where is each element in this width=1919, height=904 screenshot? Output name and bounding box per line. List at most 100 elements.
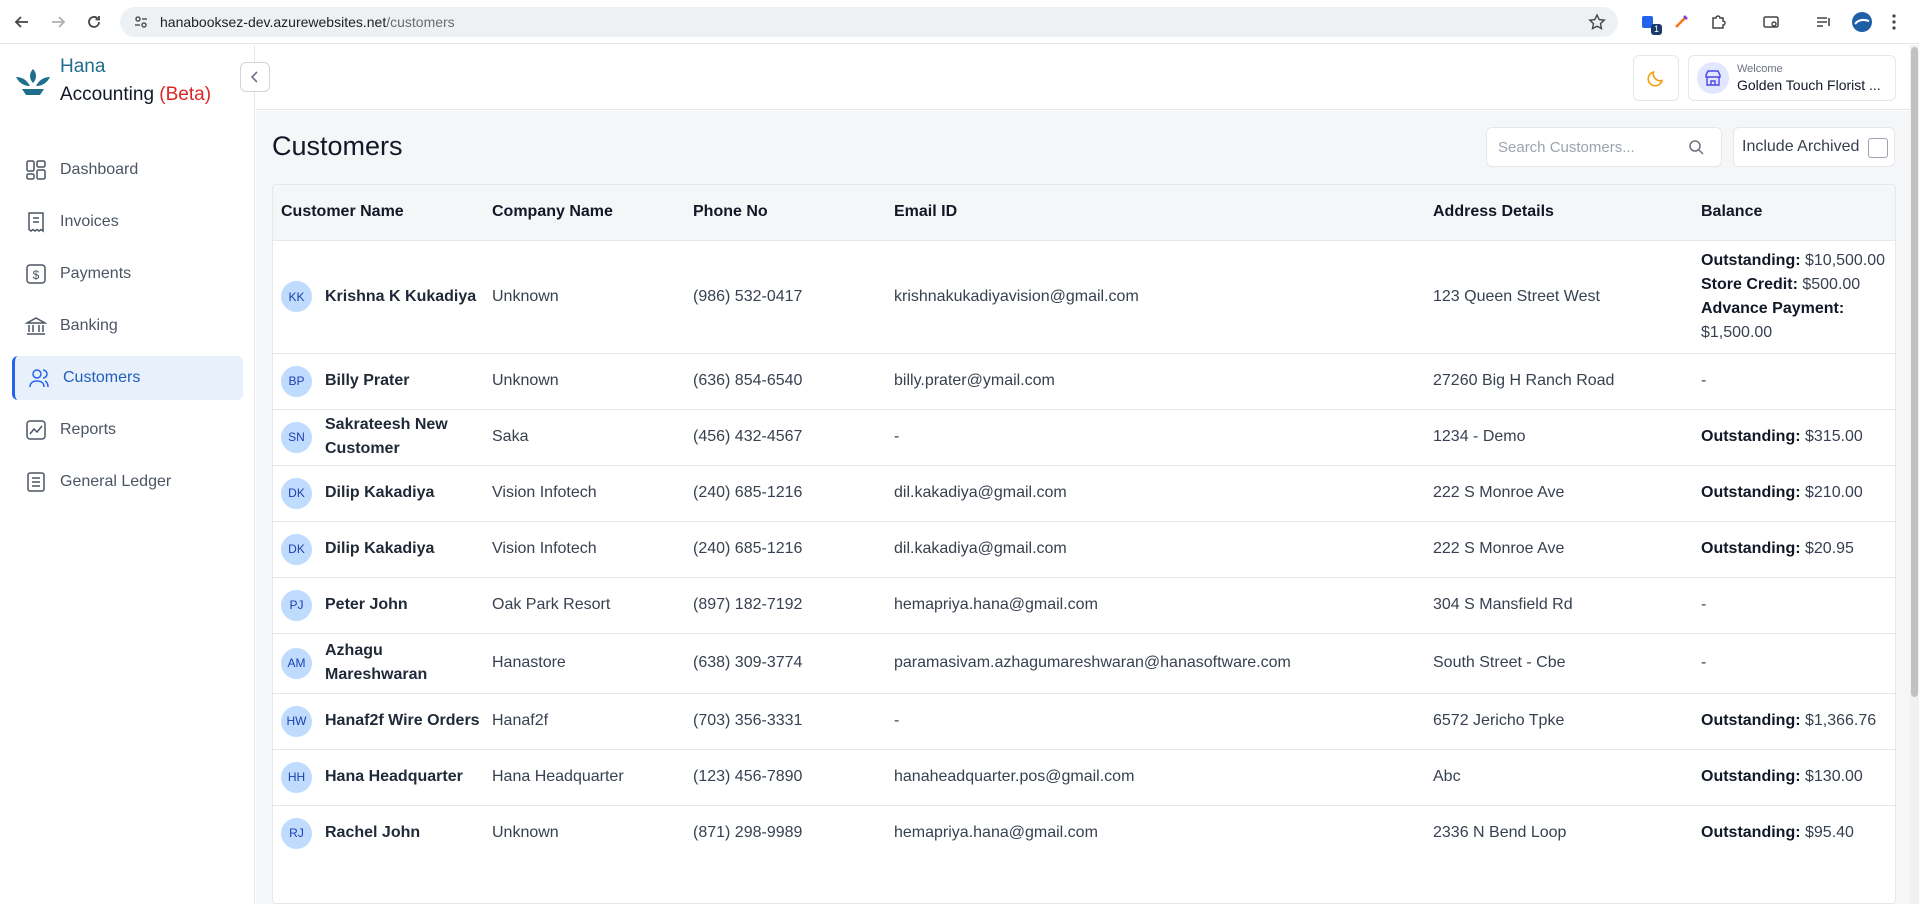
sidebar-item-dashboard[interactable]: Dashboard <box>12 148 243 192</box>
customer-name[interactable]: Rachel John <box>325 821 420 845</box>
customer-name-cell[interactable]: KK Krishna K Kukadiya <box>273 239 484 353</box>
bookmark-star-icon[interactable] <box>1588 13 1606 31</box>
balance-label: Outstanding: <box>1701 484 1801 501</box>
customer-name-cell[interactable]: AM Azhagu Mareshwaran <box>273 632 484 693</box>
site-info-icon[interactable] <box>132 13 150 31</box>
sidebar-item-payments[interactable]: $ Payments <box>12 252 243 296</box>
browser-toolbar: hanabooksez-dev.azurewebsites.net/custom… <box>0 0 1919 44</box>
table-row[interactable]: KK Krishna K Kukadiya Unknown (986) 532-041… <box>273 239 1895 353</box>
browser-menu-icon[interactable] <box>1882 10 1906 34</box>
column-header-company-name[interactable]: Company Name <box>484 185 685 240</box>
balance-line: - <box>1701 369 1895 393</box>
column-header-address[interactable]: Address Details <box>1425 185 1693 240</box>
table-row[interactable]: BP Billy Prater Unknown (636) 854-6540 billy… <box>273 352 1895 409</box>
balance-line: Outstanding: $95.40 <box>1701 821 1895 845</box>
balance-cell: Outstanding: $130.00 <box>1693 748 1895 805</box>
color-picker-extension-icon[interactable] <box>1669 10 1693 34</box>
address-bar[interactable]: hanabooksez-dev.azurewebsites.net/custom… <box>120 7 1618 37</box>
phone-cell: (986) 532-0417 <box>685 239 886 353</box>
customer-name[interactable]: Krishna K Kukadiya <box>325 285 476 309</box>
sidebar-menu: Dashboard Invoices $ Payments Banking Cu… <box>12 148 243 512</box>
balance-line: Store Credit: $500.00 <box>1701 273 1895 297</box>
customer-name-cell[interactable]: DK Dilip Kakadiya <box>273 464 484 521</box>
customer-name-cell[interactable]: RJ Rachel John <box>273 804 484 861</box>
avatar: HH <box>281 761 312 793</box>
forward-icon[interactable] <box>44 8 72 36</box>
search-box[interactable] <box>1486 127 1722 167</box>
puzzle-extensions-icon[interactable] <box>1706 10 1730 34</box>
balance-line: - <box>1701 651 1895 675</box>
collapse-sidebar-button[interactable] <box>240 62 270 92</box>
customer-name-cell[interactable]: PJ Peter John <box>273 576 484 633</box>
table-row[interactable]: PJ Peter John Oak Park Resort (897) 182-719… <box>273 576 1895 633</box>
url-text: hanabooksez-dev.azurewebsites.net/custom… <box>160 14 455 30</box>
column-header-email[interactable]: Email ID <box>886 185 1425 240</box>
customer-name[interactable]: Sakrateesh New Customer <box>325 413 484 461</box>
search-input[interactable] <box>1498 138 1688 156</box>
table-row[interactable]: AM Azhagu Mareshwaran Hanastore (638) 309-3… <box>273 632 1895 693</box>
balance-value: $210.00 <box>1800 484 1863 501</box>
phone-cell: (240) 685-1216 <box>685 520 886 577</box>
table-row[interactable]: HH Hana Headquarter Hana Headquarter (123) … <box>273 748 1895 805</box>
include-archived-checkbox[interactable] <box>1868 138 1888 158</box>
phone-cell: (456) 432-4567 <box>685 408 886 465</box>
extension-icon[interactable]: 1 <box>1636 10 1662 35</box>
back-icon[interactable] <box>8 8 36 36</box>
table-row[interactable]: DK Dilip Kakadiya Vision Infotech (240) 685… <box>273 520 1895 577</box>
brand-name-bottom: Accounting <box>60 84 155 105</box>
table-header-row: Customer Name Company Name Phone No Emai… <box>273 185 1895 240</box>
customer-name[interactable]: Billy Prater <box>325 369 409 393</box>
profile-avatar-icon[interactable] <box>1850 10 1874 34</box>
balance-cell: Outstanding: $95.40 <box>1693 804 1895 861</box>
media-controls-icon[interactable] <box>1812 10 1836 34</box>
email-cell: dil.kakadiya@gmail.com <box>886 464 1425 521</box>
balance-line: Outstanding: $130.00 <box>1701 765 1895 789</box>
user-name: Golden Touch Florist ... <box>1737 77 1881 93</box>
table-row[interactable]: RJ Rachel John Unknown (871) 298-9989 hemapr… <box>273 804 1895 861</box>
customer-name[interactable]: Hanaf2f Wire Orders <box>325 709 480 733</box>
include-archived-toggle[interactable]: Include Archived <box>1733 127 1895 167</box>
theme-toggle-button[interactable] <box>1633 55 1679 101</box>
customer-name-cell[interactable]: SN Sakrateesh New Customer <box>273 408 484 465</box>
sidebar-item-reports[interactable]: Reports <box>12 408 243 452</box>
customer-name[interactable]: Dilip Kakadiya <box>325 481 434 505</box>
company-name-cell: Hanaf2f <box>484 692 685 749</box>
balance-cell: - <box>1693 352 1895 409</box>
column-header-customer-name[interactable]: Customer Name <box>273 185 484 240</box>
customer-name-cell[interactable]: HW Hanaf2f Wire Orders <box>273 692 484 749</box>
company-name-cell: Saka <box>484 408 685 465</box>
table-row[interactable]: SN Sakrateesh New Customer Saka (456) 432-4… <box>273 408 1895 465</box>
brand[interactable]: Hana Accounting (Beta) <box>14 53 211 109</box>
customer-name-cell[interactable]: BP Billy Prater <box>273 352 484 409</box>
reload-icon[interactable] <box>80 8 108 36</box>
sidebar-item-general-ledger[interactable]: General Ledger <box>12 460 243 504</box>
company-name-cell: Oak Park Resort <box>484 576 685 633</box>
user-menu[interactable]: Welcome Golden Touch Florist ... <box>1688 55 1896 101</box>
svg-text:$: $ <box>33 268 40 282</box>
avatar: PJ <box>281 589 312 621</box>
sidebar-item-invoices[interactable]: Invoices <box>12 200 243 244</box>
customer-name[interactable]: Azhagu Mareshwaran <box>325 639 484 687</box>
customer-name-cell[interactable]: DK Dilip Kakadiya <box>273 520 484 577</box>
column-header-phone[interactable]: Phone No <box>685 185 886 240</box>
avatar: DK <box>281 533 312 565</box>
customer-name[interactable]: Peter John <box>325 593 408 617</box>
sidebar-item-banking[interactable]: Banking <box>12 304 243 348</box>
table-row[interactable]: HW Hanaf2f Wire Orders Hanaf2f (703) 356-33… <box>273 692 1895 749</box>
customer-name-cell[interactable]: HH Hana Headquarter <box>273 748 484 805</box>
search-icon[interactable] <box>1688 139 1704 155</box>
sidebar-item-customers[interactable]: Customers <box>12 356 243 400</box>
tab-search-icon[interactable] <box>1759 10 1783 34</box>
balance-line: - <box>1701 593 1895 617</box>
moon-icon <box>1647 70 1664 87</box>
dashboard-icon <box>24 158 48 182</box>
page-scrollbar[interactable] <box>1910 45 1919 904</box>
customer-name[interactable]: Dilip Kakadiya <box>325 537 434 561</box>
balance-value: $500.00 <box>1797 275 1861 293</box>
balance-line: Outstanding: $20.95 <box>1701 537 1895 561</box>
customer-name[interactable]: Hana Headquarter <box>325 765 463 789</box>
column-header-balance[interactable]: Balance <box>1693 185 1895 240</box>
scrollbar-thumb[interactable] <box>1911 47 1918 697</box>
balance-value: $95.40 <box>1800 824 1854 842</box>
table-row[interactable]: DK Dilip Kakadiya Vision Infotech (240) 685… <box>273 464 1895 521</box>
